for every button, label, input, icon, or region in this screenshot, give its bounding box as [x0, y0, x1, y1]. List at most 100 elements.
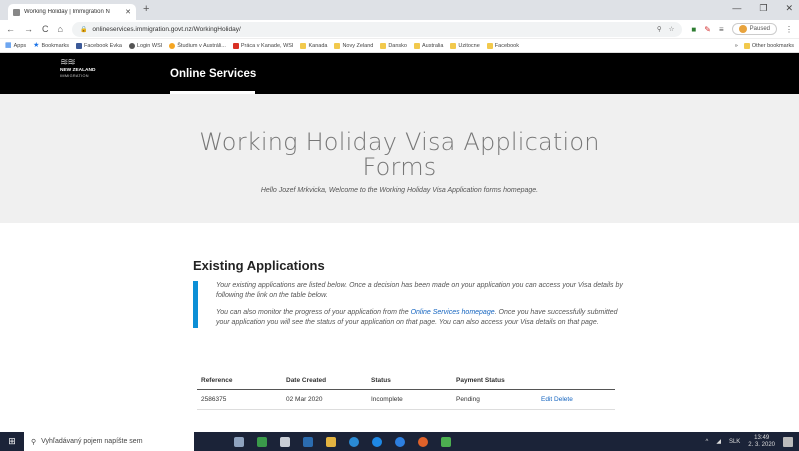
task-view-icon[interactable] [234, 436, 244, 447]
folder-icon [743, 42, 750, 49]
system-tray: ^ ◢ SLK 13:49 2. 3. 2020 [706, 435, 799, 449]
cell-status: Incomplete [367, 389, 452, 410]
section-heading: Existing Applications [193, 258, 325, 273]
folder-icon [486, 42, 493, 49]
maximize-button[interactable]: ❐ [759, 3, 767, 14]
bookmark-praca-kanada[interactable]: Práca v Kanade, WSI [232, 42, 293, 49]
skype-icon[interactable] [349, 436, 359, 447]
bookmark-login-wsi[interactable]: Login WSI [128, 42, 162, 49]
windows-start-icon[interactable]: ⊞ [0, 436, 24, 447]
info-paragraph-1: Your existing applications are listed be… [216, 282, 623, 299]
folder-icon [450, 42, 457, 49]
home-icon[interactable]: ⌂ [58, 24, 63, 34]
taskbar-app-icon[interactable] [395, 436, 405, 447]
folder-icon [413, 42, 420, 49]
taskbar-apps [234, 436, 451, 447]
tab-favicon-icon [13, 8, 20, 16]
sun-icon [169, 42, 176, 49]
table-row: 2586375 02 Mar 2020 Incomplete Pending E… [197, 389, 615, 410]
nav-online-services[interactable]: Online Services [170, 68, 256, 80]
other-bookmarks[interactable]: Other bookmarks [743, 42, 794, 49]
address-bar[interactable]: 🔒 onlineservices.immigration.govt.nz/Wor… [71, 21, 683, 37]
nav-active-underline [170, 91, 255, 94]
apps-icon: ▦ [5, 41, 12, 49]
bookmark-bookmarks[interactable]: ★ Bookmarks [33, 41, 69, 49]
cell-payment-status: Pending [452, 389, 537, 410]
online-services-homepage-link[interactable]: Online Services homepage [411, 309, 495, 316]
info-callout: Your existing applications are listed be… [193, 281, 623, 328]
tab-close-icon[interactable]: ✕ [125, 8, 131, 16]
column-header-date-created: Date Created [282, 374, 367, 390]
close-window-button[interactable]: ✕ [785, 3, 793, 14]
applications-table: Reference Date Created Status Payment St… [197, 374, 615, 410]
back-arrow-icon[interactable]: ← [6, 24, 15, 34]
tray-chevron-up-icon[interactable]: ^ [706, 439, 709, 445]
extension-icon[interactable]: ■ [691, 25, 696, 34]
avatar [738, 25, 747, 33]
cell-reference: 2586375 [197, 389, 282, 410]
star-icon: ★ [33, 41, 40, 49]
bookmarks-bar: ▦ Apps ★ Bookmarks Facebook Evka Login WSI… [0, 39, 799, 53]
folder-icon [334, 42, 341, 49]
notification-icon[interactable] [783, 436, 793, 447]
bookmark-facebook-evka[interactable]: Facebook Evka [75, 42, 122, 49]
taskbar-app-icon[interactable] [441, 436, 451, 447]
browser-tab[interactable]: Working Holiday | Immigration N ✕ [8, 4, 136, 20]
reload-icon[interactable]: C [42, 24, 49, 34]
taskbar-search-placeholder: Vyhľadávaný pojem napíšte sem [41, 438, 143, 445]
browser-window: Working Holiday | Immigration N ✕ + — ❐ … [0, 0, 799, 451]
bookmark-australia[interactable]: Australia [413, 42, 443, 49]
more-bookmarks-chevron-icon[interactable]: » [735, 43, 738, 49]
edit-link[interactable]: Edit [541, 396, 552, 403]
column-header-payment-status: Payment Status [452, 374, 537, 390]
delete-link[interactable]: Delete [554, 396, 573, 403]
language-indicator[interactable]: SLK [729, 439, 740, 445]
facebook-icon [75, 42, 82, 49]
taskbar-search-box[interactable]: ⚲ Vyhľadávaný pojem napíšte sem [24, 432, 194, 451]
site-header: ≋≋ NEW ZEALAND IMMIGRATION Online Servic… [0, 53, 799, 94]
bookmark-novy-zeland[interactable]: Novy Zeland [334, 42, 373, 49]
calculator-icon[interactable] [280, 436, 290, 447]
extension-pencil-icon[interactable]: ✎ [704, 25, 711, 34]
profile-status-label: Paused [749, 26, 770, 32]
reading-list-icon[interactable]: ≡ [719, 25, 724, 34]
minimize-button[interactable]: — [732, 3, 741, 14]
new-tab-button[interactable]: + [143, 3, 149, 15]
column-header-status: Status [367, 374, 452, 390]
clock-date: 2. 3. 2020 [748, 441, 775, 448]
column-header-actions [537, 374, 615, 390]
bookmark-star-icon[interactable]: ☆ [669, 25, 675, 33]
folder-icon [300, 42, 307, 49]
welcome-message: Hello Jozef Mrkvicka, Welcome to the Wor… [260, 187, 539, 194]
windows-taskbar: ⊞ ⚲ Vyhľadávaný pojem napíšte sem ^ ◢ SL… [0, 432, 799, 451]
menu-kebab-icon[interactable]: ⋮ [785, 25, 793, 34]
network-icon[interactable]: ◢ [716, 438, 721, 445]
cell-actions: Edit Delete [537, 389, 615, 410]
zoom-search-icon[interactable]: ⚲ [657, 25, 662, 33]
bookmark-dansko[interactable]: Dansko [380, 42, 407, 49]
chrome-icon[interactable] [418, 436, 428, 447]
info-paragraph-2: You can also monitor the progress of you… [216, 309, 618, 326]
nz-immigration-logo[interactable]: ≋≋ NEW ZEALAND IMMIGRATION [60, 57, 95, 78]
edge-icon[interactable] [372, 436, 382, 447]
bookmark-studium[interactable]: Študium v Austráli... [169, 42, 226, 49]
lock-icon[interactable]: 🔒 [80, 26, 87, 33]
file-explorer-icon[interactable] [326, 436, 336, 447]
clock[interactable]: 13:49 2. 3. 2020 [748, 435, 775, 449]
folder-icon [380, 42, 387, 49]
bookmark-facebook[interactable]: Facebook [486, 42, 519, 49]
tab-strip: Working Holiday | Immigration N ✕ + — ❐ … [0, 0, 799, 20]
bookmark-apps[interactable]: ▦ Apps [5, 41, 26, 49]
forward-arrow-icon[interactable]: → [24, 24, 33, 34]
bookmark-kanada[interactable]: Kanada [300, 42, 327, 49]
gear-icon [128, 42, 135, 49]
url-text: onlineservices.immigration.govt.nz/Worki… [92, 25, 241, 33]
window-controls: — ❐ ✕ [732, 3, 793, 14]
site-nav: Online Services [170, 53, 256, 94]
page-title: Working Holiday Visa Application Forms [199, 128, 600, 181]
taskbar-app-icon[interactable] [303, 436, 313, 447]
bookmark-uzitocne[interactable]: Uzitocne [450, 42, 480, 49]
profile-paused-button[interactable]: Paused [731, 23, 777, 35]
hero-banner: Working Holiday Visa Application Forms H… [0, 94, 799, 223]
taskbar-app-icon[interactable] [257, 436, 267, 447]
